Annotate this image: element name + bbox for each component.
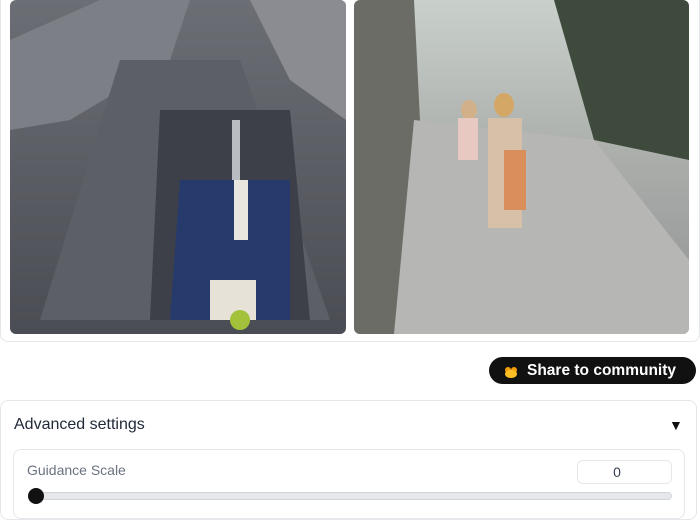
guidance-scale-label: Guidance Scale <box>27 462 126 478</box>
stone-monument-image[interactable] <box>10 0 346 334</box>
share-label: Share to community <box>527 361 676 379</box>
women-on-path-image[interactable] <box>354 0 689 334</box>
image-gallery <box>0 0 700 342</box>
advanced-settings-panel: Advanced settings ▼ Guidance Scale <box>0 400 697 520</box>
guidance-scale-input[interactable] <box>577 460 672 484</box>
slider-thumb[interactable] <box>28 488 44 504</box>
caret-down-icon: ▼ <box>669 417 683 433</box>
community-icon <box>503 363 519 379</box>
guidance-scale-slider[interactable] <box>28 488 672 504</box>
share-to-community-button[interactable]: Share to community <box>489 357 696 384</box>
advanced-settings-toggle[interactable]: Advanced settings ▼ <box>1 401 696 449</box>
advanced-settings-title: Advanced settings <box>14 416 145 433</box>
guidance-scale-control: Guidance Scale <box>13 449 685 519</box>
